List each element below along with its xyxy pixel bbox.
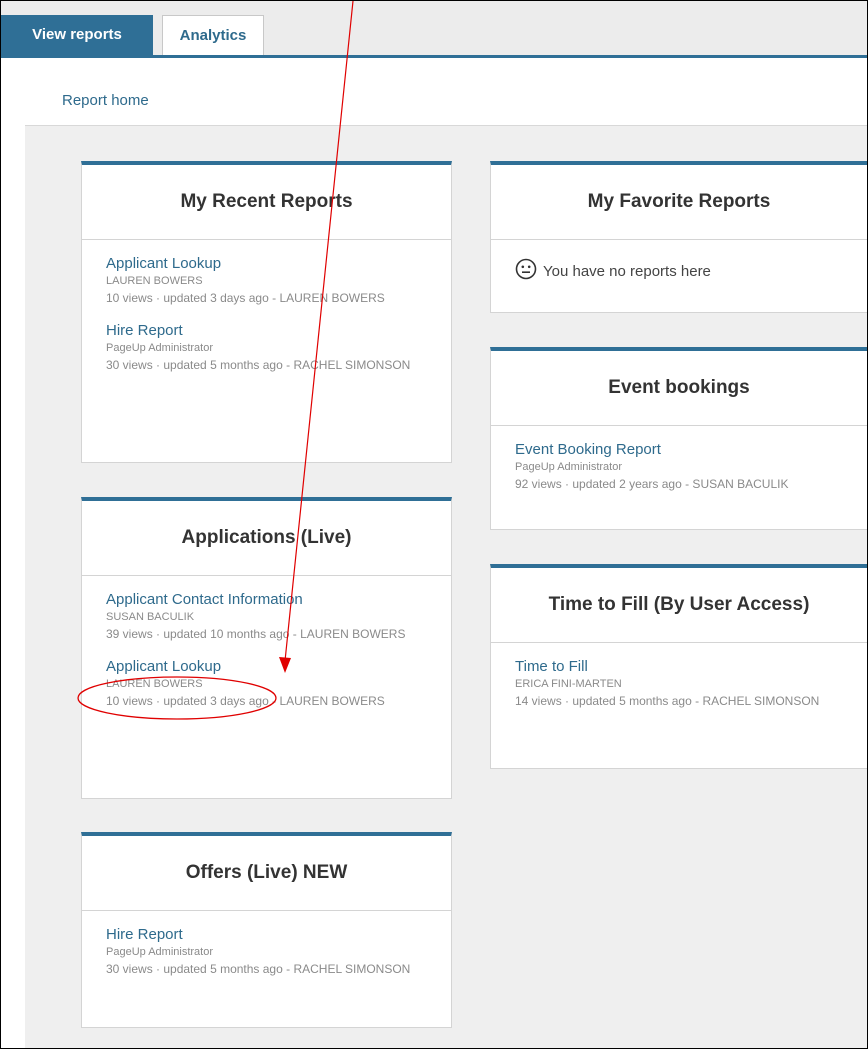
report-meta: 30 views · updated 5 months ago - RACHEL… [106, 358, 411, 372]
card-applications-live: Applications (Live) Applicant Contact In… [81, 497, 452, 799]
report-meta: 10 views · updated 3 days ago - LAUREN B… [106, 291, 385, 305]
report-meta: 10 views · updated 3 days ago - LAUREN B… [106, 694, 385, 708]
card-my-favorite-reports: My Favorite Reports You have no reports … [490, 161, 867, 313]
card-time-to-fill: Time to Fill (By User Access) Time to Fi… [490, 564, 867, 769]
tab-view-reports[interactable]: View reports [1, 15, 153, 55]
report-item: Applicant Lookup LAUREN BOWERS 10 views … [106, 254, 427, 307]
report-owner: PageUp Administrator [515, 461, 622, 473]
report-link[interactable]: Hire Report [106, 321, 427, 341]
report-owner: ERICA FINI-MARTEN [515, 678, 622, 690]
report-link[interactable]: Applicant Lookup [106, 657, 427, 677]
card-title: My Favorite Reports [491, 165, 867, 240]
report-owner: LAUREN BOWERS [106, 678, 203, 690]
report-meta: 30 views · updated 5 months ago - RACHEL… [106, 962, 411, 976]
card-my-recent-reports: My Recent Reports Applicant Lookup LAURE… [81, 161, 452, 463]
empty-text: You have no reports here [543, 262, 711, 280]
report-meta: 14 views · updated 5 months ago - RACHEL… [515, 694, 820, 708]
breadcrumb-report-home[interactable]: Report home [62, 92, 149, 109]
app-window: View reports Analytics Report home My Re… [0, 0, 868, 1049]
report-owner: PageUp Administrator [106, 342, 213, 354]
report-item: Hire Report PageUp Administrator 30 view… [106, 925, 427, 978]
report-item: Applicant Contact Information SUSAN BACU… [106, 590, 427, 643]
report-meta: 92 views · updated 2 years ago - SUSAN B… [515, 477, 789, 491]
card-title: Event bookings [491, 351, 867, 426]
card-title: My Recent Reports [82, 165, 451, 240]
report-owner: LAUREN BOWERS [106, 275, 203, 287]
breadcrumb-bar: Report home [1, 58, 867, 125]
report-link[interactable]: Applicant Contact Information [106, 590, 427, 610]
card-offers-live: Offers (Live) NEW Hire Report PageUp Adm… [81, 832, 452, 1028]
report-meta: 39 views · updated 10 months ago - LAURE… [106, 627, 406, 641]
report-link[interactable]: Hire Report [106, 925, 427, 945]
card-event-bookings: Event bookings Event Booking Report Page… [490, 347, 867, 530]
tab-bar: View reports Analytics [1, 1, 867, 55]
report-link[interactable]: Applicant Lookup [106, 254, 427, 274]
neutral-face-icon [515, 258, 543, 284]
report-dashboard: My Recent Reports Applicant Lookup LAURE… [25, 125, 867, 1048]
report-owner: PageUp Administrator [106, 946, 213, 958]
report-item: Hire Report PageUp Administrator 30 view… [106, 321, 427, 374]
report-item: Applicant Lookup LAUREN BOWERS 10 views … [106, 657, 427, 710]
report-link[interactable]: Time to Fill [515, 657, 843, 677]
report-item: Time to Fill ERICA FINI-MARTEN 14 views … [515, 657, 843, 710]
report-owner: SUSAN BACULIK [106, 611, 195, 623]
empty-state: You have no reports here [515, 254, 843, 284]
card-title: Time to Fill (By User Access) [491, 568, 867, 643]
card-title: Offers (Live) NEW [82, 836, 451, 911]
report-item: Event Booking Report PageUp Administrato… [515, 440, 843, 493]
card-title: Applications (Live) [82, 501, 451, 576]
tab-analytics[interactable]: Analytics [162, 15, 264, 55]
report-link[interactable]: Event Booking Report [515, 440, 843, 460]
